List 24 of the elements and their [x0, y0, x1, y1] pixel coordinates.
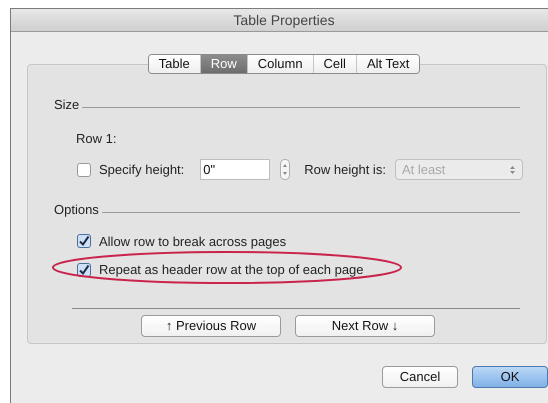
tab[interactable]: Column [246, 55, 313, 73]
stepper-icon[interactable] [280, 159, 290, 180]
dialog-button[interactable]: OK [472, 366, 548, 388]
checkbox-label: Allow row to break across pages [99, 232, 286, 251]
checkbox-label: Specify height: [99, 160, 184, 179]
dialog-button[interactable]: Cancel [382, 366, 458, 388]
checkbox[interactable] [77, 234, 91, 248]
tab[interactable]: Alt Text [356, 55, 420, 73]
nav-button[interactable]: Next Row ↓ [295, 314, 435, 336]
window-title: Table Properties [233, 10, 335, 30]
row-height-label: Row height is: [304, 160, 386, 179]
tab[interactable]: Table [148, 55, 200, 73]
tab[interactable]: Row [200, 55, 247, 73]
section-label: Size [54, 96, 80, 114]
row-label: Row 1: [76, 130, 118, 148]
tab[interactable]: Cell [312, 55, 356, 73]
height-field[interactable]: 0" [200, 159, 270, 180]
checkbox[interactable] [77, 162, 91, 176]
select-arrows-icon [508, 164, 516, 174]
checkbox[interactable] [77, 262, 91, 277]
nav-button[interactable]: ↑ Previous Row [141, 314, 281, 336]
section-label: Options [54, 201, 99, 219]
select-value: At least [402, 160, 446, 179]
checkbox-label: Repeat as header row at the top of each page [99, 261, 364, 279]
